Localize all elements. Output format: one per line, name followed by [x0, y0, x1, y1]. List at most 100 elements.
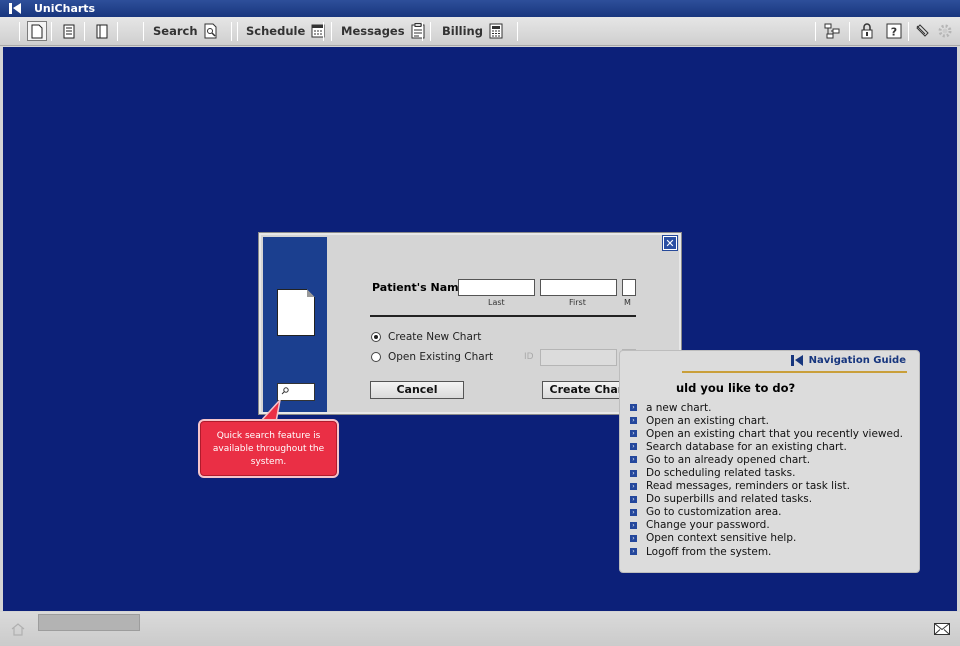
arrow-bullet-icon: ›: [630, 495, 637, 503]
network-button[interactable]: [822, 21, 842, 41]
list-item[interactable]: › Go to customization area.: [630, 506, 903, 519]
radio-selected-icon: [371, 332, 381, 342]
search-label: Search: [153, 24, 198, 38]
first-name-field[interactable]: [540, 279, 617, 296]
cancel-button[interactable]: Cancel: [370, 381, 464, 399]
list-item[interactable]: › a new chart.: [630, 401, 903, 414]
schedule-label: Schedule: [246, 24, 306, 38]
toolbar-divider: [849, 22, 850, 41]
toolbar-divider: [323, 22, 324, 41]
app-title: UniCharts: [34, 2, 96, 15]
svg-text:?: ?: [891, 26, 897, 39]
quick-search-input[interactable]: [277, 383, 315, 401]
arrow-bullet-icon: ›: [630, 548, 637, 556]
messages-button[interactable]: Messages: [341, 21, 425, 41]
messages-label: Messages: [341, 24, 405, 38]
home-icon[interactable]: [10, 622, 26, 636]
arrow-bullet-icon: ›: [630, 534, 637, 542]
create-new-chart-label: Create New Chart: [388, 331, 482, 343]
status-bar: [0, 612, 960, 646]
arrow-bullet-icon: ›: [630, 417, 637, 425]
toolbar-divider: [430, 22, 431, 41]
document-icon: [277, 289, 315, 336]
toolbar-divider: [117, 22, 118, 41]
unicharts-logo-icon: [9, 3, 21, 14]
list-item[interactable]: › Go to an already opened chart.: [630, 453, 903, 466]
toolbar-divider: [908, 22, 909, 41]
chart-id-field[interactable]: [540, 349, 617, 366]
lock-icon: [861, 23, 873, 39]
arrow-bullet-icon: ›: [630, 482, 637, 490]
search-doc-icon: [204, 23, 217, 39]
navigation-guide-panel: Navigation Guide uld you like to do? › a …: [619, 350, 920, 573]
mail-icon[interactable]: [934, 623, 950, 635]
list-item[interactable]: › Read messages, reminders or task list.: [630, 480, 903, 493]
arrow-bullet-icon: ›: [630, 469, 637, 477]
billing-label: Billing: [442, 24, 483, 38]
settings-icon: [938, 24, 952, 38]
open-existing-chart-label: Open Existing Chart: [388, 351, 494, 363]
network-icon: [824, 23, 840, 39]
toolbar-divider: [51, 22, 52, 41]
logoff-icon: [916, 24, 929, 37]
list-item[interactable]: › Open context sensitive help.: [630, 532, 903, 545]
help-button[interactable]: ?: [884, 21, 904, 41]
toolbar-divider: [331, 22, 332, 41]
open-existing-chart-radio[interactable]: Open Existing Chart: [371, 351, 493, 363]
last-sublabel: Last: [488, 298, 505, 307]
divider: [370, 315, 636, 317]
close-button[interactable]: ✕: [662, 235, 678, 251]
title-bar: UniCharts: [0, 0, 960, 17]
dialog-sidebar: [263, 237, 327, 412]
list-item[interactable]: › Search database for an existing chart.: [630, 440, 903, 453]
toolbar-divider: [84, 22, 85, 41]
toolbar-divider: [517, 22, 518, 41]
status-tab[interactable]: [38, 614, 140, 631]
first-sublabel: First: [569, 298, 586, 307]
list-item[interactable]: › Change your password.: [630, 519, 903, 532]
list-item[interactable]: › Do scheduling related tasks.: [630, 466, 903, 479]
list-item[interactable]: › Logoff from the system.: [630, 545, 903, 558]
navigation-guide-header: Navigation Guide: [790, 355, 906, 366]
toolbar-divider: [237, 22, 238, 41]
navigation-guide-title: Navigation Guide: [808, 355, 906, 366]
header-rule: [682, 371, 907, 373]
middle-initial-field[interactable]: [622, 279, 636, 296]
unicharts-logo-icon: [790, 355, 803, 366]
list-item[interactable]: › Do superbills and related tasks.: [630, 493, 903, 506]
lock-button[interactable]: [857, 21, 877, 41]
billing-button[interactable]: Billing: [442, 21, 503, 41]
magnifier-icon: [281, 387, 289, 395]
list-item[interactable]: › Open an existing chart that you recentl…: [630, 427, 903, 440]
toolbar-divider: [19, 22, 20, 41]
schedule-button[interactable]: Schedule: [246, 21, 325, 41]
main-toolbar: Search Schedule Messages Billing ?: [0, 17, 960, 46]
radio-unselected-icon: [371, 352, 381, 362]
chart-list-icon: [63, 24, 75, 38]
create-new-chart-radio[interactable]: Create New Chart: [371, 331, 481, 343]
new-chart-dialog: ✕ Patient's Name Last First M Create New…: [258, 232, 682, 415]
middle-sublabel: M: [624, 298, 631, 307]
callout-text: Quick search feature is available throug…: [212, 431, 325, 467]
arrow-bullet-icon: ›: [630, 404, 637, 412]
new-chart-icon: [31, 24, 43, 38]
chart-button[interactable]: [92, 21, 112, 41]
toolbar-divider: [422, 22, 423, 41]
toolbar-divider: [815, 22, 816, 41]
arrow-bullet-icon: ›: [630, 443, 637, 451]
new-chart-button[interactable]: [27, 21, 47, 41]
calculator-icon: [489, 23, 503, 39]
settings-button[interactable]: [935, 21, 955, 41]
navigation-list: › a new chart. › Open an existing chart. ›…: [630, 401, 903, 558]
chart-list-button[interactable]: [59, 21, 79, 41]
last-name-field[interactable]: [458, 279, 535, 296]
arrow-bullet-icon: ›: [630, 508, 637, 516]
logoff-button[interactable]: [912, 21, 932, 41]
list-item[interactable]: › Open an existing chart.: [630, 414, 903, 427]
chart-icon: [96, 24, 108, 38]
arrow-bullet-icon: ›: [630, 521, 637, 529]
patient-name-label: Patient's Name: [372, 281, 467, 294]
search-button[interactable]: Search: [153, 21, 218, 41]
toolbar-divider: [143, 22, 144, 41]
help-icon: ?: [886, 23, 902, 39]
